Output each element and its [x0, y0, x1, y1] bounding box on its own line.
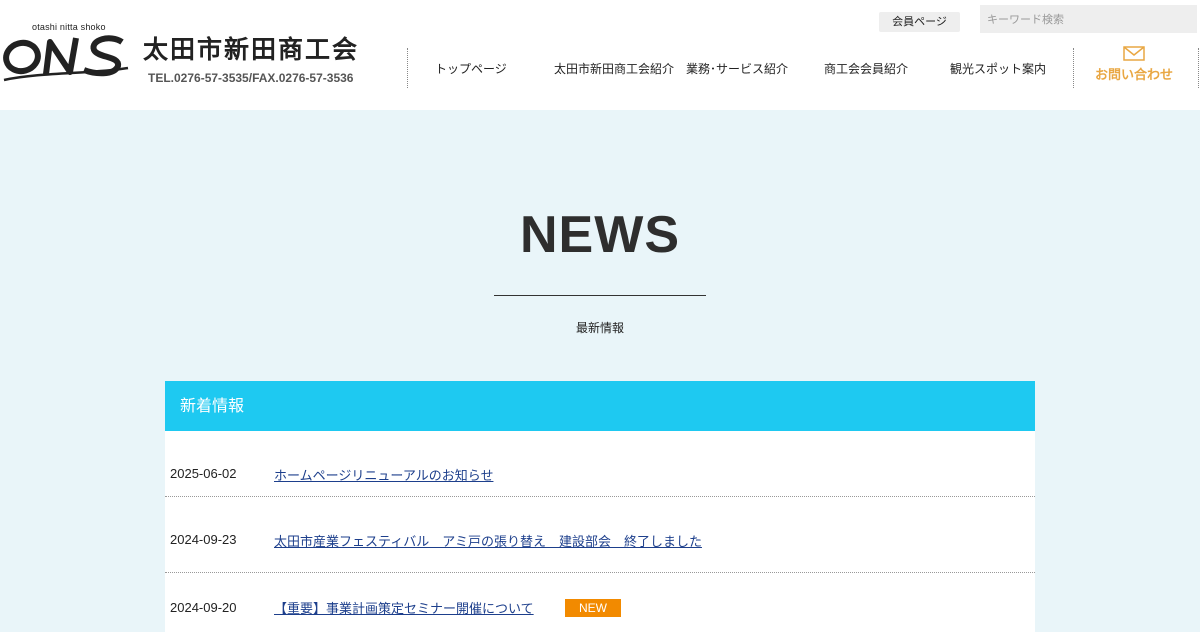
- news-item: 2025-06-02 ホームページリニューアルのお知らせ: [165, 431, 1035, 497]
- nav-item-top[interactable]: トップページ: [435, 60, 507, 77]
- nav-divider: [407, 48, 408, 88]
- nav-divider: [1073, 48, 1074, 88]
- member-page-button[interactable]: 会員ページ: [879, 12, 960, 32]
- contact-button[interactable]: お問い合わせ: [1087, 46, 1181, 83]
- new-badge: NEW: [565, 599, 621, 617]
- site-header: otashi nitta shoko 太田市新田商工会 TEL.0276-57-…: [0, 0, 1200, 110]
- news-heading: 新着情報: [165, 381, 1035, 431]
- brand-tel: TEL.0276-57-3535/FAX.0276-57-3536: [148, 71, 354, 85]
- title-divider: [494, 295, 706, 296]
- news-date: 2024-09-23: [170, 532, 237, 547]
- news-item: 2024-09-23 太田市産業フェスティバル アミ戸の張り替え 建設部会 終了…: [165, 507, 1035, 573]
- logo-mark-icon: [3, 35, 129, 82]
- news-date: 2025-06-02: [170, 466, 237, 481]
- site-logo[interactable]: otashi nitta shoko: [2, 22, 130, 92]
- page-title: NEWS: [520, 206, 680, 264]
- nav-item-spots[interactable]: 観光スポット案内: [950, 60, 1046, 77]
- news-list: 2025-06-02 ホームページリニューアルのお知らせ 2024-09-23 …: [165, 431, 1035, 632]
- search-input[interactable]: [980, 5, 1197, 33]
- news-link[interactable]: ホームページリニューアルのお知らせ: [274, 465, 493, 484]
- mail-icon: [1123, 46, 1145, 61]
- nav-divider: [1198, 48, 1199, 88]
- news-date: 2024-09-20: [170, 600, 237, 615]
- contact-label: お問い合わせ: [1094, 68, 1173, 83]
- news-link[interactable]: 【重要】事業計画策定セミナー開催について: [274, 598, 534, 617]
- nav-item-services[interactable]: 業務･サービス紹介: [686, 60, 788, 77]
- nav-item-about[interactable]: 太田市新田商工会紹介: [554, 60, 674, 77]
- nav-item-members[interactable]: 商工会会員紹介: [824, 60, 908, 77]
- brand-title: 太田市新田商工会: [143, 35, 360, 64]
- news-item: 2024-09-20 【重要】事業計画策定セミナー開催について NEW: [165, 573, 1035, 632]
- page-subtitle: 最新情報: [575, 321, 624, 335]
- news-link[interactable]: 太田市産業フェスティバル アミ戸の張り替え 建設部会 終了しました: [274, 531, 702, 550]
